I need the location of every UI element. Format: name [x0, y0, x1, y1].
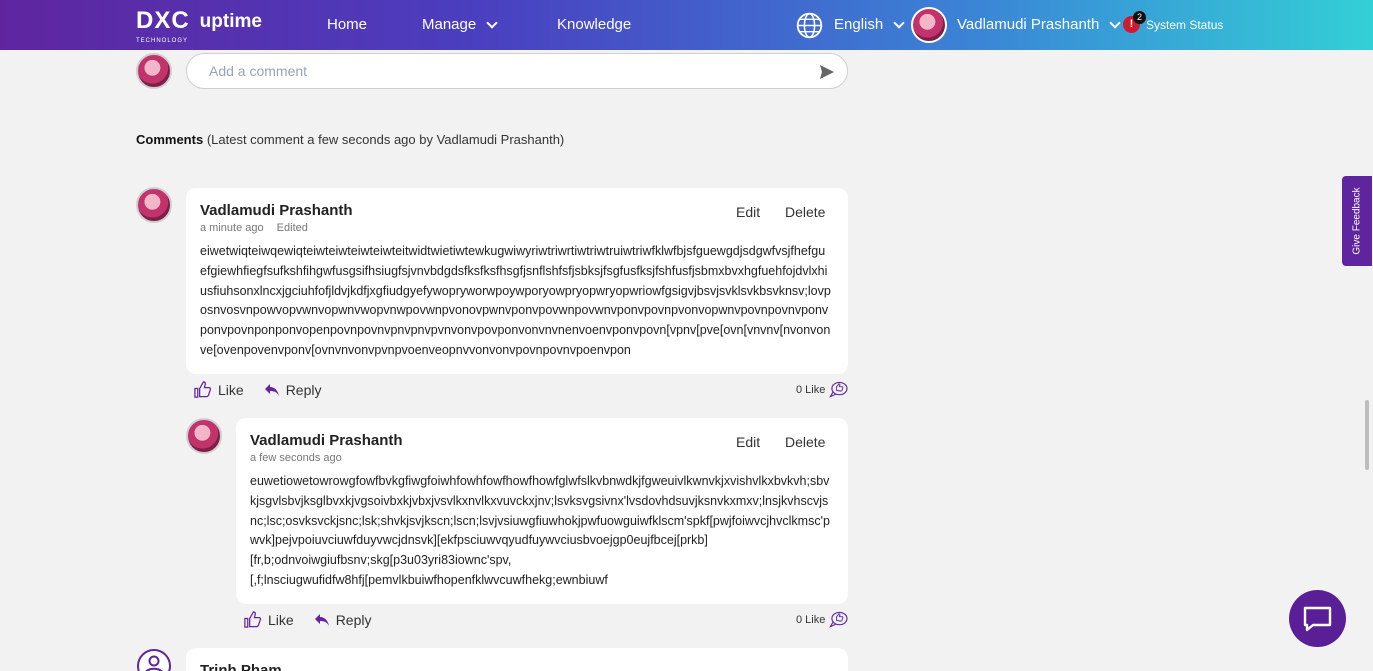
give-feedback-label: Give Feedback — [1351, 187, 1363, 255]
nav-manage-label: Manage — [422, 16, 477, 33]
logo-dxc-text: DXC — [136, 7, 190, 34]
reply-label: Reply — [335, 611, 372, 628]
page-scrollbar[interactable] — [1365, 400, 1369, 470]
user-placeholder-icon — [137, 649, 171, 671]
comments-heading: Comments (Latest comment a few seconds a… — [136, 132, 564, 147]
like-label: Like — [218, 381, 244, 398]
chat-bubble-icon — [1303, 606, 1332, 632]
comment-author-avatar — [136, 187, 172, 223]
chevron-down-icon — [893, 16, 905, 29]
comment-author: Vadlamudi Prashanth — [200, 202, 353, 219]
like-count: 0 Like — [796, 381, 848, 398]
chevron-down-icon — [486, 16, 498, 29]
user-menu[interactable]: Vadlamudi Prashanth — [957, 16, 1121, 33]
alert-count-badge: 2 — [1133, 11, 1146, 24]
like-button[interactable]: Like — [243, 610, 294, 629]
reply-meta: a few seconds ago — [250, 452, 342, 464]
logo-uptime-text: uptime — [199, 11, 262, 32]
nav-home-label: Home — [327, 16, 368, 33]
like-count-label: 0 Like — [796, 383, 826, 396]
reply-card: Vadlamudi Prashanth a few seconds ago Ed… — [236, 418, 848, 604]
reply-author: Vadlamudi Prashanth — [250, 432, 403, 449]
comment-actions: Like Reply — [193, 380, 341, 399]
comment-card: Vadlamudi Prashanth a minute ago Edited … — [186, 188, 848, 374]
like-count-icon — [829, 611, 848, 628]
comment-edited-flag: Edited — [276, 222, 308, 234]
reply-label: Reply — [285, 381, 322, 398]
reply-arrow-icon — [264, 383, 279, 396]
comment-author: Trinh Pham — [200, 662, 282, 671]
globe-icon[interactable] — [796, 12, 823, 39]
user-avatar[interactable] — [911, 7, 947, 43]
reply-arrow-icon — [314, 613, 329, 626]
comment-time: a minute ago — [200, 222, 264, 234]
language-selector[interactable]: English — [834, 16, 905, 33]
like-button[interactable]: Like — [193, 380, 244, 399]
comment-meta: a minute ago Edited — [200, 222, 308, 234]
comments-heading-detail: (Latest comment a few seconds ago by Vad… — [206, 132, 565, 147]
comments-heading-label: Comments — [136, 132, 204, 147]
reply-text: euwetiowetowrowgfowfbvkgfiwgfoiwhfowhfow… — [250, 474, 830, 587]
add-comment-input[interactable]: Add a comment — [186, 53, 848, 89]
add-comment-placeholder: Add a comment — [209, 63, 308, 79]
like-count-label: 0 Like — [796, 613, 826, 626]
comment-card: Trinh Pham — [186, 648, 848, 671]
edit-button[interactable]: Edit — [736, 204, 760, 220]
nav-home[interactable]: Home — [327, 16, 367, 33]
give-feedback-tab[interactable]: Give Feedback — [1342, 176, 1372, 266]
comment-text: eiwetwiqteiwqewiqteiwteiwteiwteiwteitwid… — [200, 244, 831, 357]
system-status-link[interactable]: System Status — [1146, 18, 1223, 32]
delete-button[interactable]: Delete — [785, 434, 825, 450]
reply-actions: Like Reply — [243, 610, 391, 629]
logo-technology-text: TECHNOLOGY — [136, 38, 189, 44]
language-label: English — [834, 16, 884, 33]
thumbs-up-icon — [244, 611, 262, 628]
like-count-icon — [829, 381, 848, 398]
user-name-label: Vadlamudi Prashanth — [957, 16, 1100, 33]
nav-knowledge-label: Knowledge — [557, 16, 632, 33]
edit-button[interactable]: Edit — [736, 434, 760, 450]
nav-manage[interactable]: Manage — [422, 16, 498, 33]
delete-button[interactable]: Delete — [785, 204, 825, 220]
current-user-avatar — [136, 53, 172, 89]
like-label: Like — [268, 611, 294, 628]
top-navigation-bar: DXC TECHNOLOGY uptime Home Manage Knowle… — [0, 0, 1373, 50]
nav-knowledge[interactable]: Knowledge — [557, 16, 631, 33]
like-count: 0 Like — [796, 611, 848, 628]
send-icon[interactable] — [819, 64, 835, 80]
reply-author-avatar — [186, 418, 222, 454]
reply-button[interactable]: Reply — [314, 611, 372, 628]
thumbs-up-icon — [194, 381, 212, 398]
chevron-down-icon — [1109, 16, 1121, 29]
reply-time: a few seconds ago — [250, 452, 342, 464]
chat-button[interactable] — [1289, 590, 1346, 647]
dxc-uptime-logo[interactable]: DXC TECHNOLOGY uptime — [136, 7, 262, 45]
reply-button[interactable]: Reply — [264, 381, 322, 398]
